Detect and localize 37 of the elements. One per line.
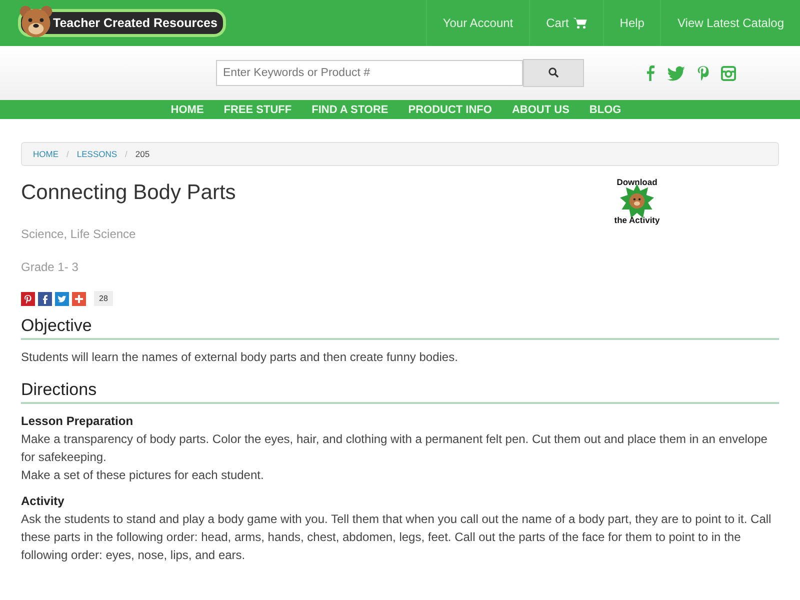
paragraph: Students will learn the names of external body parts and then create funny bodies. — [21, 349, 459, 366]
subject-text: Science, Life Science — [21, 227, 137, 241]
facebook-share-icon[interactable] — [38, 292, 52, 306]
nav-link[interactable]: ABOUT US — [512, 104, 570, 116]
twitter-share-icon[interactable] — [55, 292, 69, 306]
instagram-icon[interactable] — [721, 66, 736, 80]
section-heading: Directions — [21, 380, 779, 404]
subheading: Activity — [21, 493, 66, 510]
facebook-icon[interactable] — [646, 65, 655, 81]
grade-text: Grade 1- 3 — [21, 260, 80, 274]
paragraph: Ask the students to stand and play a body game with you. Tell them that when you call out the name of a body part, they are to point to it. Call these parts in the following order: head, arms, hands, chest, abdomen, legs, feet. Call out the parts of the face for them to point to in the following order: eyes, nose, lips, and ears. — [21, 511, 772, 564]
plus-share-icon[interactable] — [72, 292, 86, 306]
nav-link[interactable]: BLOG — [589, 104, 622, 116]
download-activity-badge[interactable]: Download the Activity — [607, 177, 667, 306]
breadcrumb-current: 205 — [135, 149, 150, 159]
nav-link[interactable]: HOME — [170, 104, 204, 116]
section-heading: Objective — [21, 316, 779, 340]
twitter-icon[interactable] — [667, 66, 685, 80]
breadcrumb-separator: / — [125, 149, 128, 159]
cart-icon — [572, 17, 587, 29]
nav-link[interactable]: FIND A STORE — [312, 104, 388, 116]
search-icon — [548, 67, 559, 78]
breadcrumb-link[interactable]: LESSONS — [76, 149, 118, 159]
search-field[interactable]: Enter Keywords or Product # — [216, 60, 523, 86]
breadcrumb-separator: / — [66, 149, 69, 159]
logo-text: Teacher Created Resources — [53, 16, 218, 30]
paragraph: Make a set of these pictures for each student. — [21, 467, 265, 484]
breadcrumb-link[interactable]: HOME — [33, 149, 58, 159]
nav-link[interactable]: FREE STUFF — [224, 104, 292, 116]
nav-link[interactable]: PRODUCT INFO — [408, 104, 492, 116]
subheading: Lesson Preparation — [21, 413, 134, 430]
share-count: 28 — [94, 291, 113, 306]
pinterest-icon[interactable] — [697, 65, 709, 81]
paragraph: Make a transparency of body parts. Color the eyes, hair, and clothing with a permanent felt pen. Cut them out and place them in an envelope for safekeeping. — [21, 431, 768, 466]
lesson-title: Connecting Body Parts — [21, 181, 236, 205]
pinterest-share-icon[interactable] — [21, 292, 35, 306]
search-button[interactable] — [523, 58, 584, 86]
